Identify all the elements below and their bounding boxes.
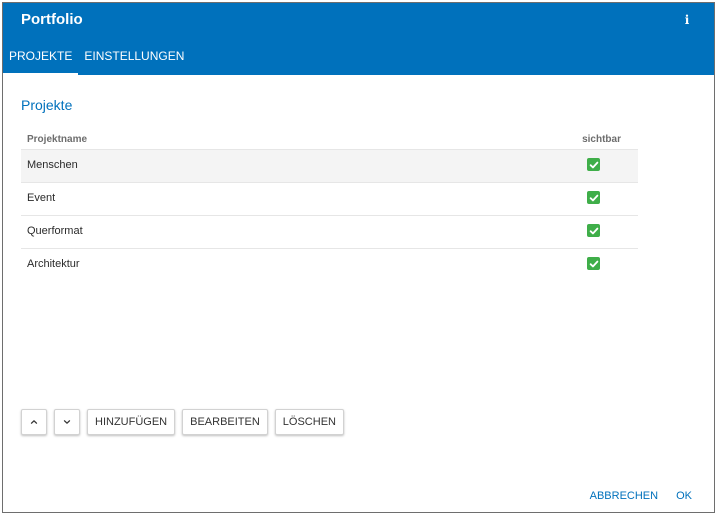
column-header-name: Projektname xyxy=(27,134,88,145)
visible-checkbox[interactable] xyxy=(587,191,600,204)
add-button[interactable]: HINZUFÜGEN xyxy=(87,409,176,435)
check-icon xyxy=(589,227,598,234)
cancel-button[interactable]: ABBRECHEN xyxy=(590,490,658,502)
delete-button[interactable]: LÖSCHEN xyxy=(274,409,344,435)
project-name: Architektur xyxy=(27,258,80,270)
table-row[interactable]: Event xyxy=(21,182,638,215)
column-header-visible: sichtbar xyxy=(582,134,621,145)
table-header: Projektname sichtbar xyxy=(21,129,638,149)
chevron-down-icon xyxy=(63,420,71,424)
move-down-button[interactable] xyxy=(54,409,80,435)
dialog-title: Portfolio xyxy=(21,11,83,28)
move-up-button[interactable] xyxy=(21,409,47,435)
check-icon xyxy=(589,260,598,267)
dialog-header: Portfolio i PROJEKTE EINSTELLUNGEN xyxy=(3,3,714,75)
visible-checkbox[interactable] xyxy=(587,257,600,270)
table-row[interactable]: Architektur xyxy=(21,248,638,281)
table-row[interactable]: Querformat xyxy=(21,215,638,248)
row-toolbar: HINZUFÜGEN BEARBEITEN LÖSCHEN xyxy=(21,409,344,435)
edit-button[interactable]: BEARBEITEN xyxy=(182,409,268,435)
table-row[interactable]: Menschen xyxy=(21,149,638,182)
dialog-footer: ABBRECHEN OK xyxy=(590,490,692,502)
portfolio-dialog: Portfolio i PROJEKTE EINSTELLUNGEN Proje… xyxy=(2,2,715,513)
project-name: Menschen xyxy=(27,159,78,171)
tab-projekte[interactable]: PROJEKTE xyxy=(3,45,79,75)
tab-einstellungen[interactable]: EINSTELLUNGEN xyxy=(78,45,190,75)
project-name: Querformat xyxy=(27,225,83,237)
check-icon xyxy=(589,161,598,168)
tab-bar: PROJEKTE EINSTELLUNGEN xyxy=(3,45,190,75)
section-title: Projekte xyxy=(21,97,73,113)
project-name: Event xyxy=(27,192,56,204)
visible-checkbox[interactable] xyxy=(587,224,600,237)
ok-button[interactable]: OK xyxy=(676,490,692,502)
chevron-up-icon xyxy=(30,420,38,424)
info-icon[interactable]: i xyxy=(680,12,694,28)
check-icon xyxy=(589,194,598,201)
visible-checkbox[interactable] xyxy=(587,158,600,171)
projects-table: Projektname sichtbar Menschen Event Quer… xyxy=(21,129,638,281)
